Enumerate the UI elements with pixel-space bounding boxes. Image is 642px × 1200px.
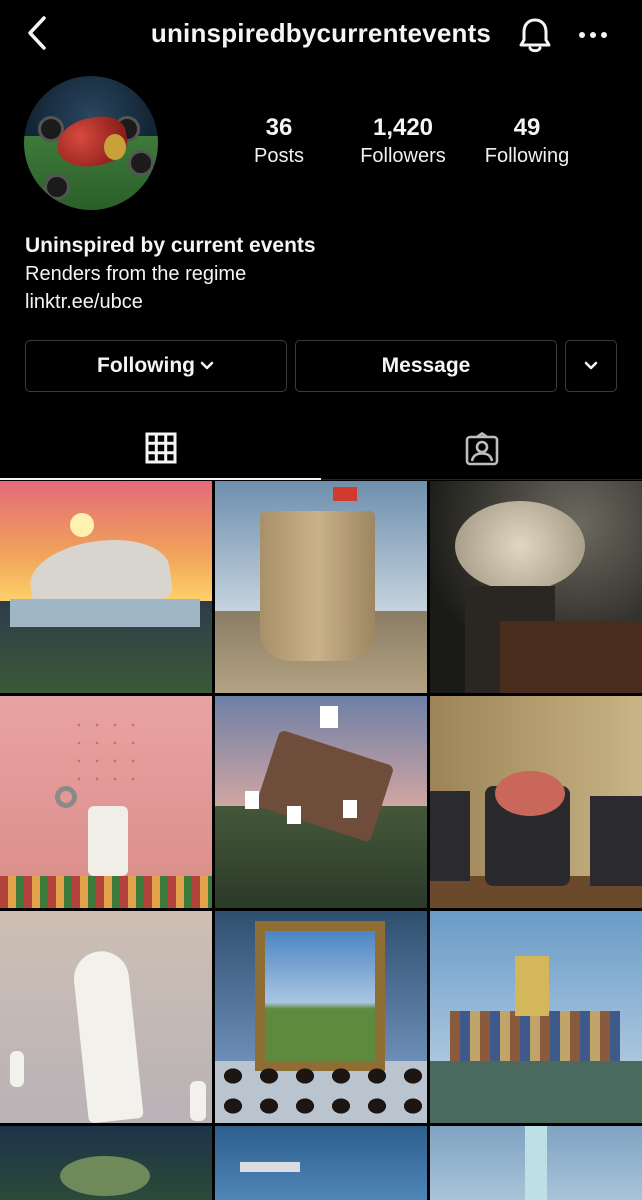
- followers-label: Followers: [360, 145, 446, 167]
- posts-count: 36: [265, 114, 293, 141]
- followers-count: 1,420: [372, 114, 434, 141]
- profile-stats: 36 Posts 1,420 Followers 49 Following: [0, 114, 642, 174]
- posts-label: Posts: [253, 145, 305, 167]
- message-button[interactable]: Message: [295, 340, 557, 392]
- post-thumbnail[interactable]: [0, 696, 212, 908]
- more-options-button[interactable]: [574, 18, 612, 52]
- posts-stat[interactable]: 36 Posts: [214, 114, 344, 170]
- profile-link[interactable]: linktr.ee/ubce: [25, 288, 316, 316]
- following-button-label: Following: [97, 354, 195, 377]
- grid-icon: [145, 432, 176, 464]
- post-thumbnail[interactable]: [215, 1126, 427, 1200]
- post-thumbnail[interactable]: [430, 696, 642, 908]
- following-stat[interactable]: 49 Following: [462, 114, 592, 170]
- post-thumbnail[interactable]: [215, 911, 427, 1123]
- following-count: 49: [513, 114, 541, 141]
- profile-bio: Uninspired by current events Renders fro…: [25, 232, 316, 316]
- post-thumbnail[interactable]: [215, 481, 427, 693]
- post-thumbnail[interactable]: [0, 481, 212, 693]
- post-thumbnail[interactable]: [430, 1126, 642, 1200]
- post-thumbnail[interactable]: [0, 1126, 212, 1200]
- suggested-accounts-button[interactable]: [565, 340, 617, 392]
- following-label: Following: [484, 145, 570, 167]
- profile-header: uninspiredbycurrentevents: [0, 0, 642, 68]
- chevron-down-icon: [584, 361, 598, 370]
- post-thumbnail[interactable]: [430, 911, 642, 1123]
- bell-icon: [519, 18, 551, 53]
- following-button[interactable]: Following: [25, 340, 287, 392]
- tab-tagged[interactable]: [321, 418, 642, 480]
- tagged-user-icon: [465, 432, 498, 466]
- chevron-down-icon: [200, 361, 214, 370]
- profile-tabs: [0, 418, 642, 480]
- post-thumbnail[interactable]: [0, 911, 212, 1123]
- message-button-label: Message: [381, 354, 471, 377]
- notifications-button[interactable]: [514, 14, 556, 56]
- profile-display-name: Uninspired by current events: [25, 234, 316, 257]
- more-horizontal-icon: [579, 32, 607, 38]
- followers-stat[interactable]: 1,420 Followers: [338, 114, 468, 170]
- profile-bio-text: Renders from the regime: [25, 263, 247, 285]
- post-thumbnail[interactable]: [215, 696, 427, 908]
- tab-posts-grid[interactable]: [0, 418, 321, 480]
- post-thumbnail[interactable]: [430, 481, 642, 693]
